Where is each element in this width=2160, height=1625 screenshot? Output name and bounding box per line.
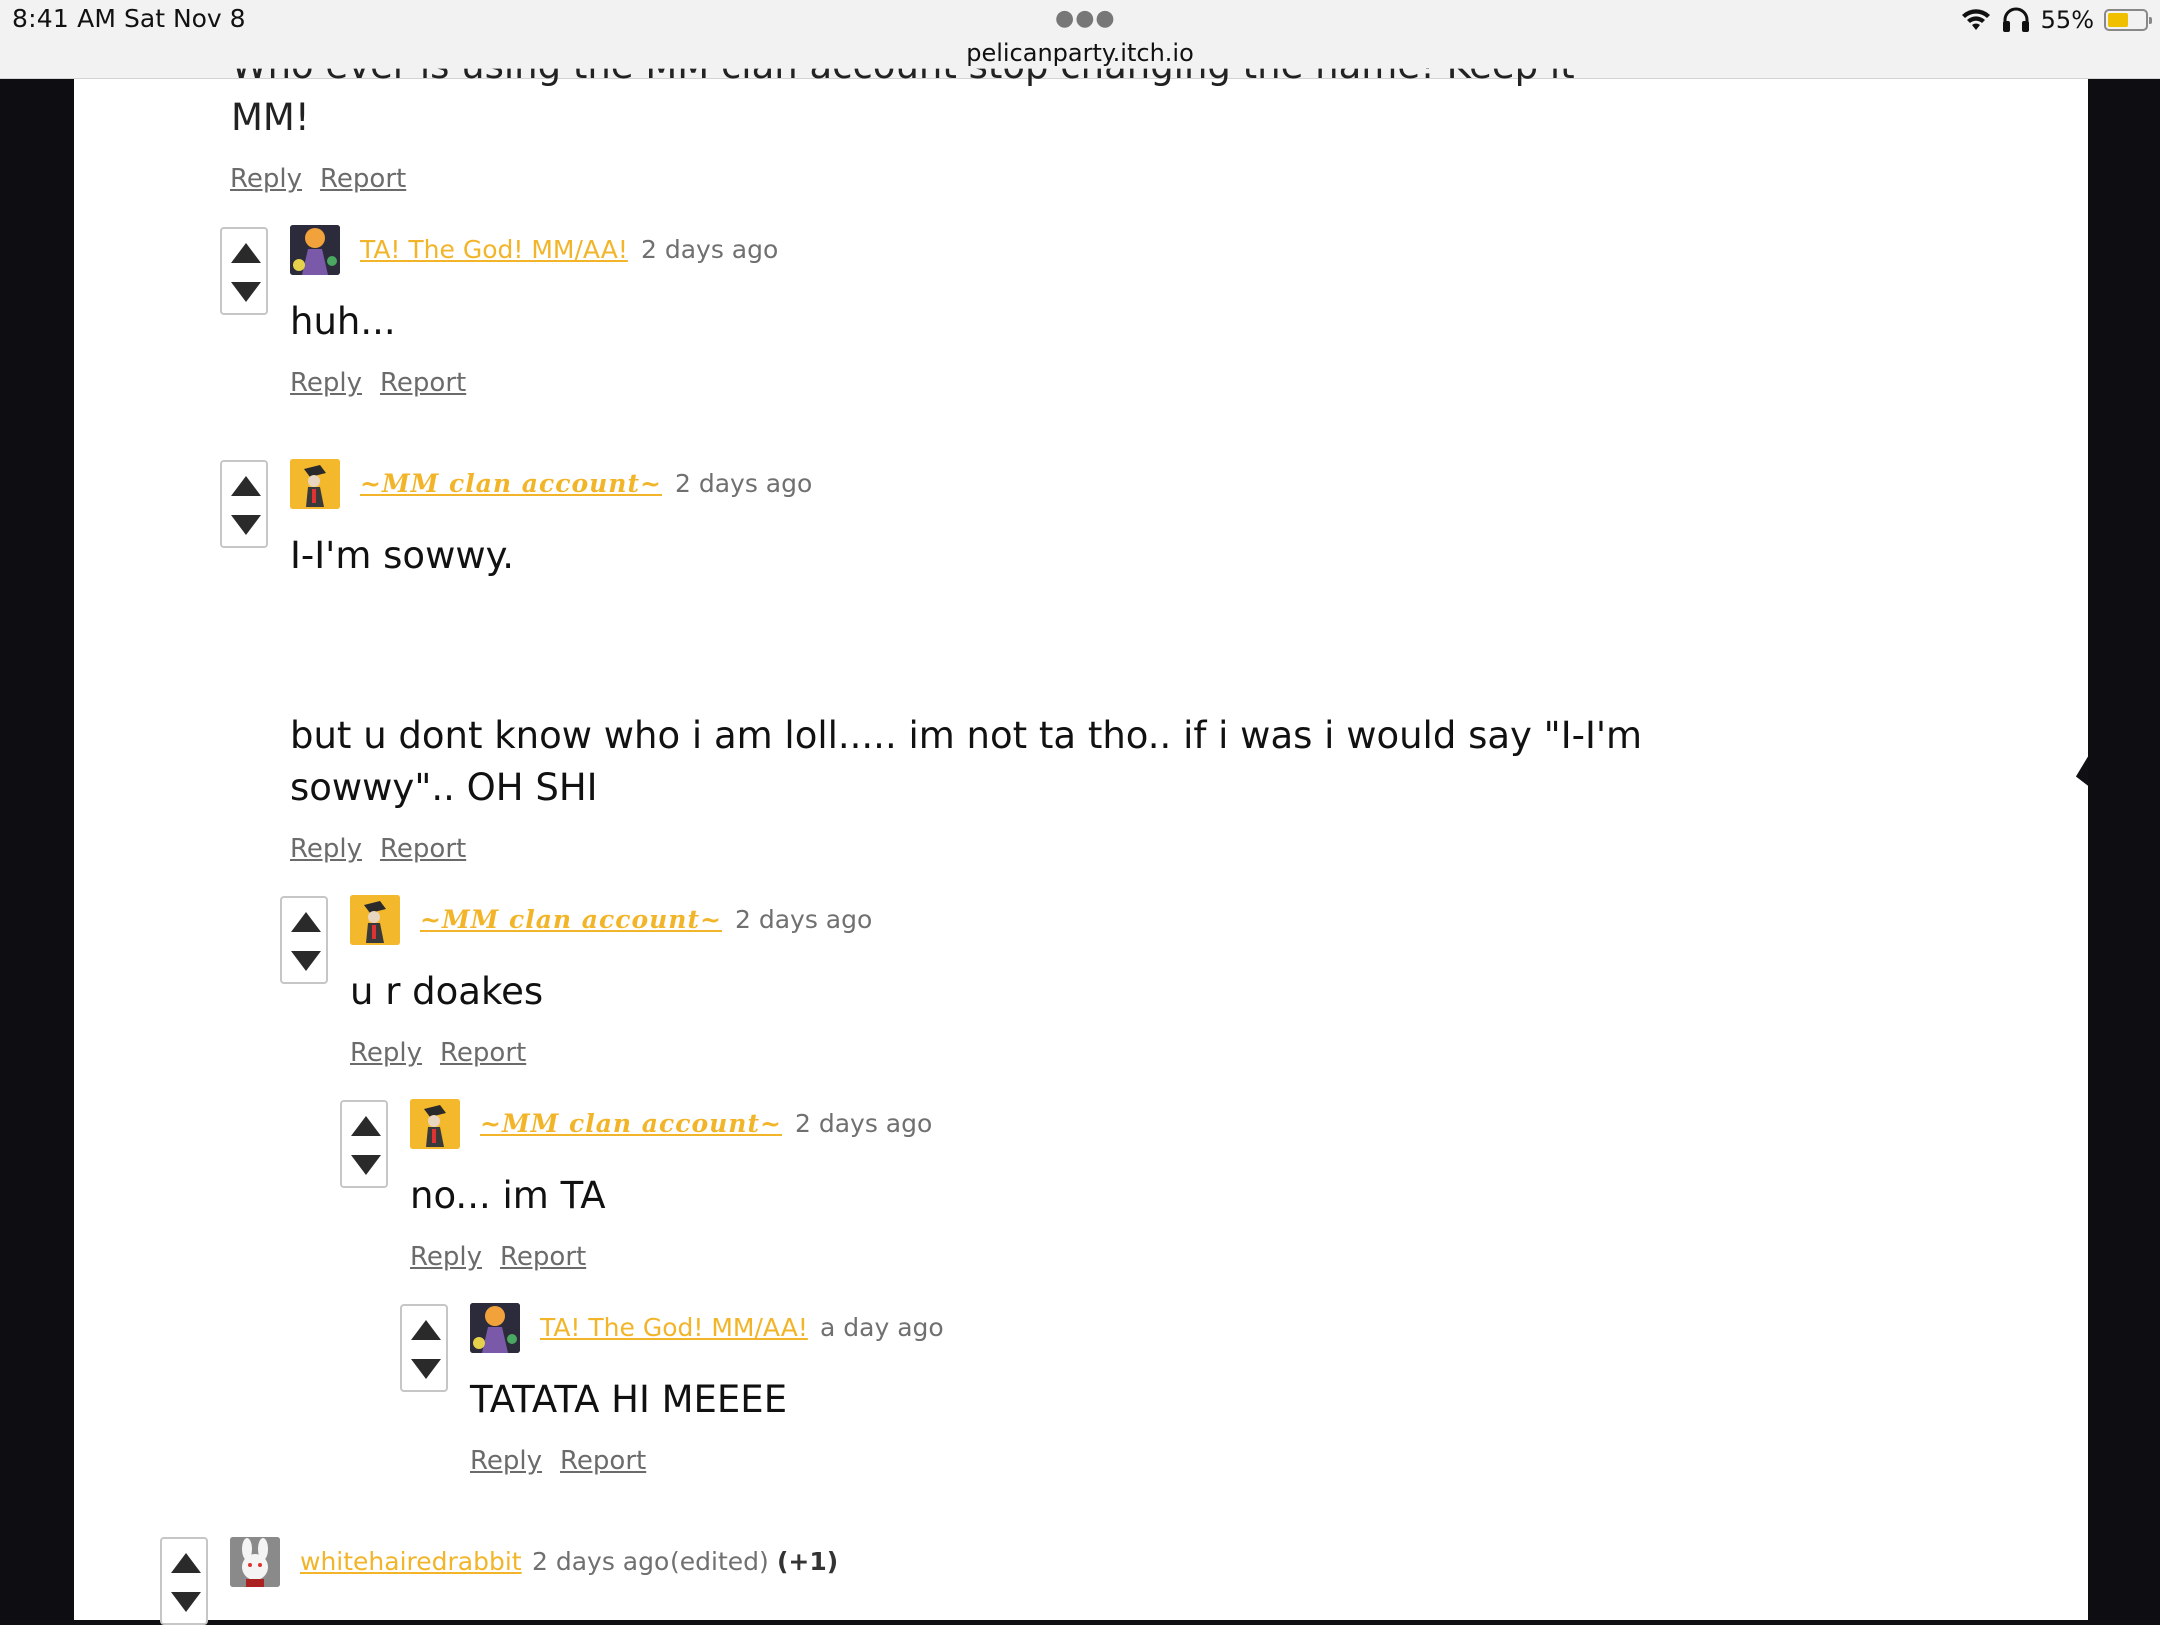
avatar[interactable] [230,1537,280,1587]
comment-author[interactable]: whitehairedrabbit [300,1547,522,1576]
comment-actions: Reply Report [290,834,484,864]
report-link[interactable]: Report [560,1446,646,1476]
vote-box [280,896,328,984]
avatar[interactable] [470,1303,520,1353]
upvote-icon[interactable] [411,1320,441,1340]
avatar-ta-icon [470,1303,520,1353]
comment-actions: Reply Report [470,1446,664,1476]
comment-time: 2 days ago [735,905,873,934]
report-link[interactable]: Report [440,1038,526,1068]
avatar[interactable] [290,225,340,275]
comment-actions: Reply Report [410,1242,604,1272]
comment-body-partial: Who ever is using the MM clan account st… [231,40,1575,144]
comment-body-line: MM! [231,96,310,139]
comment-actions: Reply Report [350,1038,544,1068]
comment-author[interactable]: ~MM clan account~ [480,1109,782,1138]
comment-score-value: (+1) [777,1547,839,1576]
vote-box [220,460,268,548]
comment-body-line: sowwy".. OH SHI [290,766,598,809]
page-gutter-left [0,78,74,1620]
reply-link[interactable]: Reply [470,1446,542,1476]
avatar-mm-icon [350,895,400,945]
downvote-icon[interactable] [171,1592,201,1612]
headphones-icon [2002,7,2029,32]
comment-body: u r doakes [350,970,544,1013]
vote-box [160,1537,208,1625]
comment-score: (+1) [777,1547,838,1576]
upvote-icon[interactable] [351,1116,381,1136]
reply-link[interactable]: Reply [230,164,302,194]
downvote-icon[interactable] [291,951,321,971]
avatar[interactable] [410,1099,460,1149]
reply-link[interactable]: Reply [350,1038,422,1068]
comment-time: 2 days ago [795,1109,933,1138]
comment-author[interactable]: ~MM clan account~ [420,905,722,934]
edited-label: (edited) [670,1547,769,1576]
reply-link[interactable]: Reply [290,368,362,398]
comment-body-line-cutoff: Who ever is using the MM clan account st… [231,44,1575,87]
comment-body-line: I-I'm sowwy. [290,534,514,577]
downvote-icon[interactable] [231,515,261,535]
comment-body: huh... [290,300,396,343]
comment-actions: Reply Report [230,164,424,194]
vote-box [340,1100,388,1188]
vote-box [400,1304,448,1392]
downvote-icon[interactable] [351,1155,381,1175]
comment-actions: Reply Report [290,368,484,398]
avatar-mm-icon [410,1099,460,1149]
report-link[interactable]: Report [500,1242,586,1272]
reply-link[interactable]: Reply [410,1242,482,1272]
report-link[interactable]: Report [380,368,466,398]
comment-body: TATATA HI MEEEE [470,1378,788,1421]
comment-time: 2 days ago [532,1547,670,1576]
comment-body-line: but u dont know who i am loll..... im no… [290,714,1643,757]
comment-time: 2 days ago [641,235,779,264]
tab-menu-dots-icon[interactable]: ●●● [1055,6,1116,31]
comment-author[interactable]: TA! The God! MM/AA! [360,235,628,264]
avatar-mm-icon [290,459,340,509]
comment-author[interactable]: ~MM clan account~ [360,469,662,498]
page-gutter-right [2088,78,2160,1620]
comment-time: a day ago [820,1313,944,1342]
battery-level-fill [2108,13,2128,27]
vote-box [220,227,268,315]
battery-percent: 55% [2040,6,2094,34]
comment-body: no... im TA [410,1174,606,1217]
report-link[interactable]: Report [380,834,466,864]
battery-icon [2104,9,2152,31]
avatar[interactable] [290,459,340,509]
upvote-icon[interactable] [171,1553,201,1573]
upvote-icon[interactable] [231,243,261,263]
avatar-ta-icon [290,225,340,275]
avatar[interactable] [350,895,400,945]
status-time: 8:41 AM [12,4,117,33]
wifi-icon [1961,9,1990,30]
reply-link[interactable]: Reply [290,834,362,864]
comment-time: 2 days ago [675,469,813,498]
avatar-rabbit-icon [230,1537,280,1587]
comment-author[interactable]: TA! The God! MM/AA! [540,1313,808,1342]
downvote-icon[interactable] [231,282,261,302]
report-link[interactable]: Report [320,164,406,194]
upvote-icon[interactable] [231,476,261,496]
status-date: Sat Nov 8 [124,4,246,33]
downvote-icon[interactable] [411,1359,441,1379]
upvote-icon[interactable] [291,912,321,932]
status-indicators: 55% [1961,6,2152,34]
